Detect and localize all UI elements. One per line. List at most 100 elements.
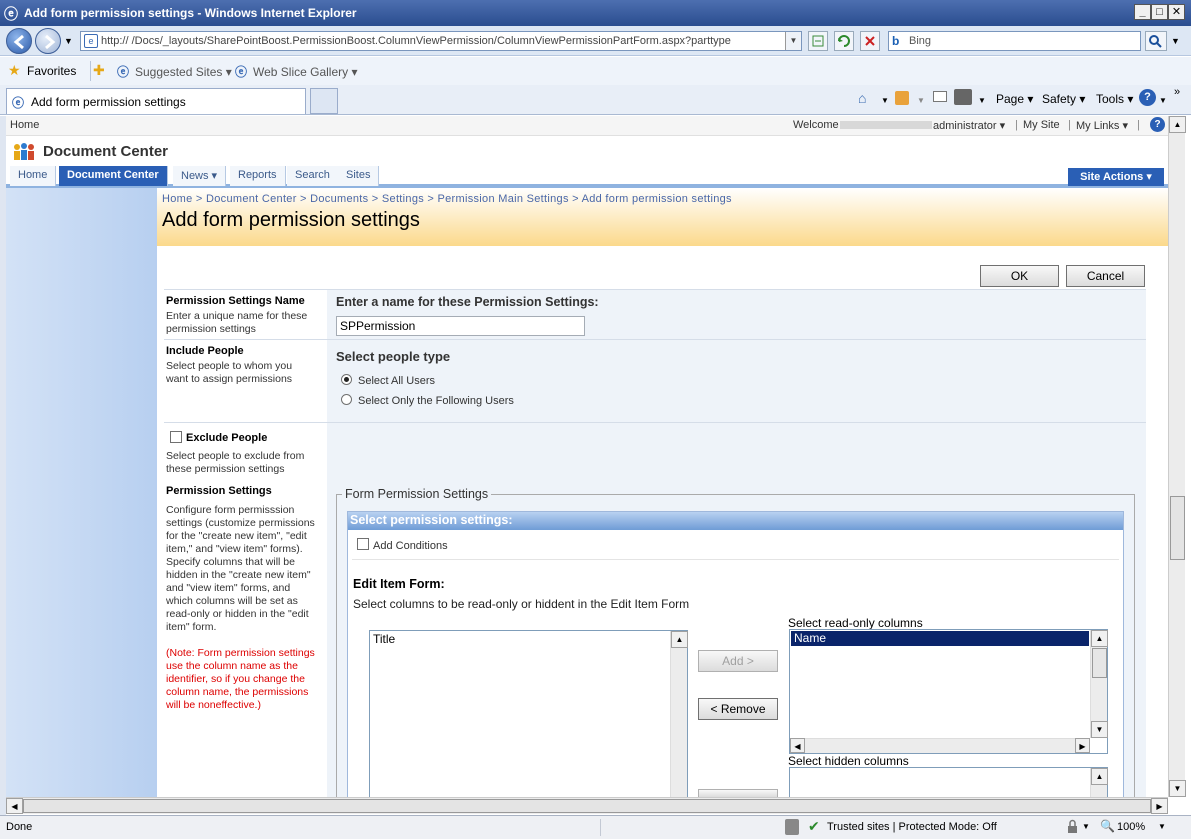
- zoom-icon[interactable]: 🔍: [1100, 819, 1115, 833]
- safety-menu[interactable]: Safety ▾: [1042, 92, 1085, 106]
- compatibility-view-button[interactable]: [808, 31, 828, 51]
- help-dropdown-icon[interactable]: ▼: [1159, 96, 1167, 105]
- security-icon[interactable]: [785, 819, 799, 835]
- scroll-left-icon[interactable]: ◀: [6, 798, 23, 814]
- user-menu[interactable]: administrator ▾: [933, 119, 1005, 132]
- nav-tab-reports[interactable]: Reports: [230, 166, 286, 186]
- zone-text[interactable]: Trusted sites | Protected Mode: Off: [827, 821, 997, 833]
- add-favorites-icon[interactable]: ✚: [93, 62, 105, 79]
- nav-tab-search[interactable]: Search: [287, 166, 339, 186]
- readonly-columns-list[interactable]: Name ▲ ▼ ◀ ▶: [789, 629, 1108, 754]
- address-dropdown-icon[interactable]: ▼: [785, 32, 801, 50]
- exclude-section-desc: Select people to exclude from these perm…: [166, 450, 305, 475]
- select-following-users-radio[interactable]: [341, 394, 352, 405]
- mail-icon[interactable]: [933, 91, 947, 102]
- back-button[interactable]: [6, 28, 32, 54]
- feeds-icon[interactable]: [895, 91, 909, 105]
- select-all-users-radio[interactable]: [341, 374, 352, 385]
- page-menu[interactable]: Page ▾: [996, 92, 1033, 106]
- print-icon[interactable]: [954, 89, 972, 105]
- list-item[interactable]: Name: [791, 631, 1089, 646]
- web-slice-gallery-link[interactable]: Web Slice Gallery ▾: [253, 65, 358, 79]
- minimize-button[interactable]: _: [1134, 4, 1151, 20]
- zone-dropdown-icon[interactable]: ▼: [1082, 822, 1090, 831]
- nav-tab-home[interactable]: Home: [10, 166, 57, 186]
- people-logo-icon: [14, 143, 34, 160]
- page-horizontal-scrollbar[interactable]: ◀ ▶: [6, 797, 1168, 814]
- site-title[interactable]: Document Center: [43, 143, 168, 160]
- help-icon[interactable]: ?: [1139, 89, 1156, 106]
- select-following-users-label[interactable]: Select Only the Following Users: [358, 395, 514, 407]
- nav-tab-document-center[interactable]: Document Center: [59, 166, 168, 186]
- panel-header: Select permission settings:: [348, 512, 1123, 530]
- browser-tab[interactable]: ⓔ Add form permission settings: [6, 88, 306, 114]
- readonly-columns-hscroll[interactable]: ◀ ▶: [790, 738, 1090, 753]
- name-section-title: Permission Settings Name: [166, 295, 305, 307]
- tools-menu[interactable]: Tools ▾: [1096, 92, 1133, 106]
- exclude-section-title[interactable]: Exclude People: [186, 432, 267, 444]
- nav-tab-news[interactable]: News ▾: [173, 166, 227, 186]
- list-item[interactable]: Title: [373, 632, 395, 646]
- add-conditions-label[interactable]: Add Conditions: [373, 540, 448, 552]
- feeds-dropdown-icon[interactable]: ▼: [917, 96, 925, 105]
- favorites-button[interactable]: Favorites: [27, 64, 76, 78]
- scroll-up-icon[interactable]: ▲: [1169, 116, 1186, 133]
- hidden-columns-list[interactable]: ▲: [789, 767, 1108, 798]
- add-conditions-checkbox[interactable]: [357, 538, 369, 550]
- my-site-link[interactable]: My Site: [1023, 119, 1060, 131]
- my-links-menu[interactable]: My Links ▾: [1076, 119, 1128, 132]
- exclude-people-checkbox[interactable]: [170, 431, 182, 443]
- add-hidden-button[interactable]: [698, 789, 778, 797]
- print-dropdown-icon[interactable]: ▼: [978, 96, 986, 105]
- search-options-dropdown-icon[interactable]: ▼: [1171, 36, 1180, 46]
- readonly-columns-vscroll[interactable]: ▲ ▼: [1090, 630, 1108, 738]
- scroll-up-icon[interactable]: ▲: [671, 631, 688, 648]
- cancel-button[interactable]: Cancel: [1066, 265, 1145, 287]
- chevron-more-icon[interactable]: »: [1174, 86, 1180, 98]
- scroll-up-icon[interactable]: ▲: [1091, 630, 1108, 647]
- hidden-columns-scrollbar[interactable]: ▲: [1090, 768, 1108, 798]
- home-icon[interactable]: ⌂: [858, 90, 866, 106]
- new-tab-button[interactable]: [310, 88, 338, 114]
- add-readonly-button[interactable]: Add >: [698, 650, 778, 672]
- search-box[interactable]: b Bing: [888, 31, 1141, 51]
- people-type-prompt: Select people type: [336, 349, 451, 364]
- refresh-button[interactable]: [834, 31, 854, 51]
- maximize-button[interactable]: □: [1151, 4, 1168, 20]
- breadcrumb[interactable]: Home > Document Center > Documents > Set…: [162, 193, 732, 205]
- scroll-right-icon[interactable]: ▶: [1151, 798, 1168, 814]
- forward-button[interactable]: [35, 28, 61, 54]
- history-dropdown-icon[interactable]: ▼: [64, 36, 73, 46]
- search-button[interactable]: [1145, 31, 1167, 51]
- scroll-thumb[interactable]: [1092, 648, 1107, 678]
- nav-tab-sites[interactable]: Sites: [338, 166, 380, 186]
- available-columns-list[interactable]: Title ▲: [369, 630, 688, 798]
- remove-button[interactable]: < Remove: [698, 698, 778, 720]
- scroll-thumb[interactable]: [23, 799, 1151, 813]
- scroll-up-icon[interactable]: ▲: [1091, 768, 1108, 785]
- stop-button[interactable]: [860, 31, 880, 51]
- sp-help-icon[interactable]: ?: [1150, 117, 1165, 132]
- scroll-down-icon[interactable]: ▼: [1169, 780, 1186, 797]
- ok-button[interactable]: OK: [980, 265, 1059, 287]
- scroll-thumb[interactable]: [1170, 496, 1185, 560]
- scroll-right-icon[interactable]: ▶: [1075, 738, 1090, 753]
- address-bar[interactable]: e http:// /Docs/_layouts/SharePointBoost…: [80, 31, 802, 51]
- zoom-dropdown-icon[interactable]: ▼: [1158, 822, 1166, 831]
- available-columns-scrollbar[interactable]: ▲: [670, 631, 688, 798]
- close-window-button[interactable]: ✕: [1168, 4, 1185, 20]
- hidden-columns-label: Select hidden columns: [788, 754, 909, 768]
- permission-name-input[interactable]: SPPermission: [336, 316, 585, 336]
- redacted-username: [840, 121, 932, 129]
- tab-page-icon: ⓔ: [12, 96, 25, 110]
- select-all-users-label[interactable]: Select All Users: [358, 375, 435, 387]
- page-vertical-scrollbar[interactable]: ▲ ▼: [1168, 116, 1186, 797]
- top-home-link[interactable]: Home: [10, 119, 39, 131]
- scroll-left-icon[interactable]: ◀: [790, 738, 805, 753]
- edit-item-form-title: Edit Item Form:: [353, 577, 445, 591]
- zoom-level[interactable]: 100%: [1117, 821, 1145, 833]
- home-dropdown-icon[interactable]: ▼: [881, 96, 889, 105]
- site-actions-menu[interactable]: Site Actions ▾: [1068, 168, 1164, 186]
- suggested-sites-link[interactable]: Suggested Sites ▾: [135, 65, 232, 79]
- scroll-down-icon[interactable]: ▼: [1091, 721, 1108, 738]
